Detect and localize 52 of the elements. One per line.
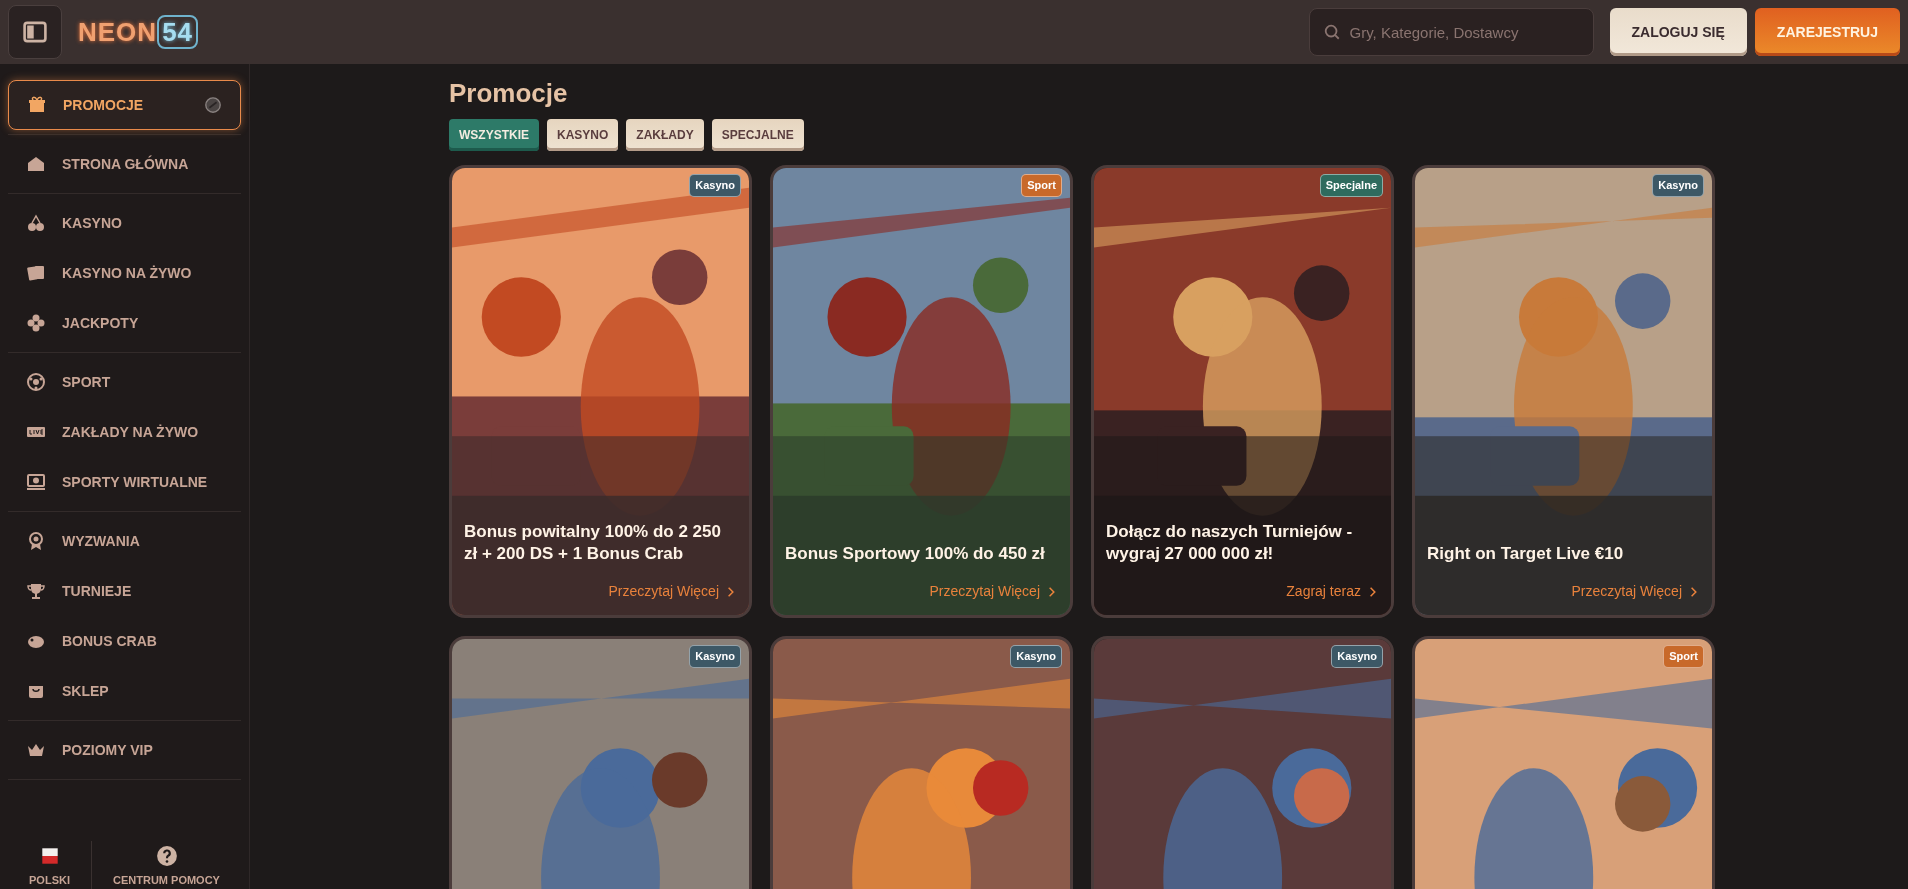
help-icon (155, 845, 178, 867)
category-tag: Kasyno (1010, 645, 1062, 668)
filter-tab[interactable]: SPECJALNE (711, 119, 804, 152)
sidebar-item[interactable]: JACKPOTY (8, 298, 241, 348)
page-title: Promocje (449, 78, 569, 110)
filter-tab[interactable]: ZAKŁADY (626, 119, 704, 152)
sidebar-item[interactable]: PROMOCJE (8, 80, 241, 130)
sidebar-item[interactable]: SKLEP (8, 666, 241, 716)
category-tag: Kasyno (689, 645, 741, 668)
filter-tab[interactable]: WSZYSTKIE (449, 119, 539, 152)
ball-icon (26, 372, 46, 392)
read-more-link[interactable]: Zagraj teraz (1286, 581, 1379, 603)
coin-icon (204, 96, 222, 114)
sidebar-item[interactable]: WYZWANIA (8, 516, 241, 566)
category-tag: Kasyno (1331, 645, 1383, 668)
read-more-link[interactable]: Przeczytaj Więcej (1571, 581, 1700, 603)
category-tag: Kasyno (1652, 174, 1704, 197)
sidebar-item[interactable]: SPORT (8, 357, 241, 407)
help-link[interactable]: CENTRUM POMOCY (113, 875, 220, 886)
language-link[interactable]: POLSKI (29, 875, 70, 886)
promo-title: Dołącz do naszych Turniejów - wygraj 27 000 000 zł! (1106, 521, 1354, 566)
cards-icon (26, 263, 46, 283)
sidebar-icon (22, 19, 48, 45)
medal-icon (26, 531, 46, 551)
sidebar-item[interactable]: TURNIEJE (8, 566, 241, 616)
category-tag: Sport (1663, 645, 1704, 668)
cherries-icon (26, 213, 46, 233)
sidebar-item[interactable]: BONUS CRAB (8, 616, 241, 666)
sidebar-item[interactable]: STRONA GŁÓWNA (8, 139, 241, 189)
gift-icon (27, 95, 47, 115)
trophy-icon (26, 581, 46, 601)
sidebar-toggle-button[interactable] (8, 5, 62, 59)
promo-title: Right on Target Live €10 (1427, 543, 1625, 566)
promo-title: Bonus Sportowy 100% do 450 zł (785, 543, 1046, 566)
category-tag: Sport (1021, 174, 1062, 197)
read-more-link[interactable]: Przeczytaj Więcej (608, 581, 737, 603)
sidebar-item[interactable]: ZAKŁADY NA ŻYWO (8, 407, 241, 457)
category-tag: Kasyno (689, 174, 741, 197)
logo[interactable]: NEON 54 (78, 12, 199, 52)
filter-tab[interactable]: KASYNO (547, 119, 619, 152)
sidebar-item[interactable]: KASYNO (8, 198, 241, 248)
monitor-icon (26, 472, 46, 492)
clover-icon (26, 313, 46, 333)
sidebar-item[interactable]: SPORTY WIRTUALNE (8, 457, 241, 507)
promo-title: Bonus powitalny 100% do 2 250 zł + 200 DS + 1 Bonus Crab (464, 521, 722, 566)
search-field[interactable]: Gry, Kategorie, Dostawcy (1308, 8, 1594, 56)
read-more-link[interactable]: Przeczytaj Więcej (929, 581, 1058, 603)
sidebar-item[interactable]: KASYNO NA ŻYWO (8, 248, 241, 298)
login-button[interactable]: ZALOGUJ SIĘ (1609, 8, 1747, 56)
house-icon (26, 154, 46, 174)
category-tag: Specjalne (1319, 174, 1383, 197)
sidebar-item[interactable]: POZIOMY VIP (8, 725, 241, 775)
